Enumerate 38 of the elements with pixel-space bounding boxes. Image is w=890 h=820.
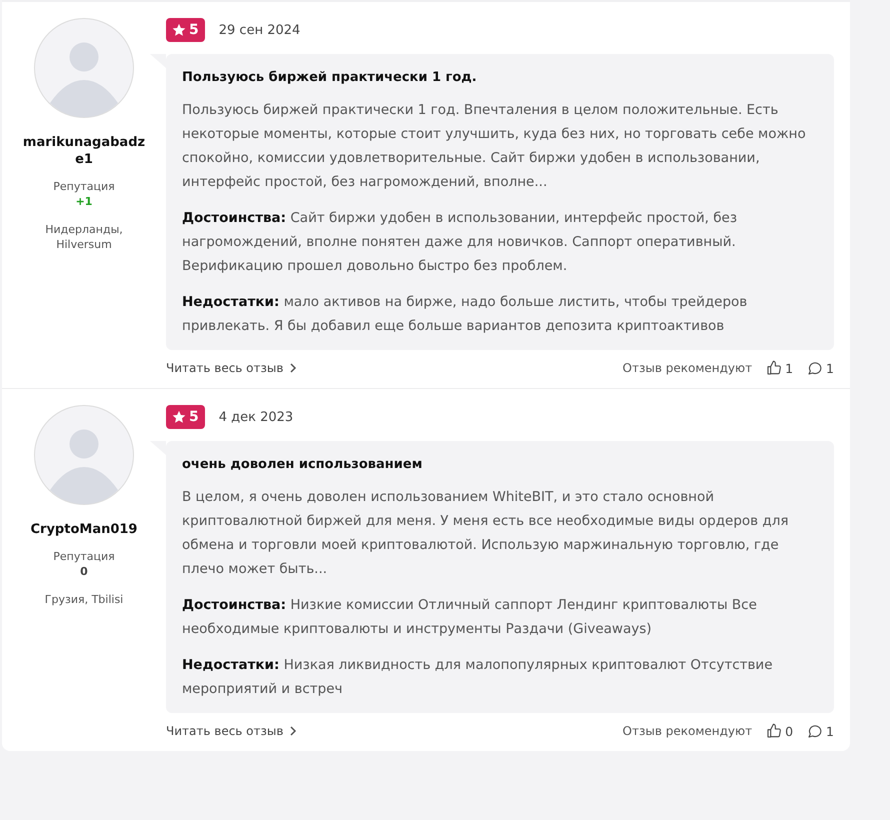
author-location: Грузия, Tbilisi bbox=[44, 592, 124, 607]
comment-counter[interactable]: 1 bbox=[807, 723, 834, 739]
read-more-link[interactable]: Читать весь отзыв bbox=[166, 361, 298, 375]
avatar-icon bbox=[34, 405, 134, 505]
author-location: Нидерланды, Hilversum bbox=[44, 222, 124, 252]
chevron-icon bbox=[289, 363, 298, 373]
chevron-icon bbox=[289, 726, 298, 736]
review-title: очень доволен использованием bbox=[182, 456, 424, 474]
review-text: Пользуюсь биржей практически 1 год. Впечталения в целом положительные. Есть некоторые моменты, которые стоит улучшить, куда без них, но торговать себе можно спокойно, комиссии удовлетворительные. Сайт биржи удобен в использовании, интерфейс простой, без нагромождений, вполне... bbox=[182, 101, 807, 192]
recommend-label: Отзыв рекомендуют bbox=[622, 361, 752, 375]
author-name[interactable]: marikunagabadze1 bbox=[19, 134, 149, 168]
review-text: В целом, я очень доволен использованием WhiteBIT, и это стало основной криптовалютной биржей для меня. У меня есть все необходимые виды ордеров для обмена и торговли моей криптовалютой. Использую маржинальную торговлю, где плечо может быть... bbox=[182, 488, 790, 579]
avatar-icon bbox=[34, 18, 134, 118]
like-counter[interactable]: 0 bbox=[766, 723, 794, 739]
pros-text: Достоинства: Низкие комиссии Отличный саппорт Лендинг криптовалюты Все необходимые криптовалюты и инструменты Раздачи (Giveaways) bbox=[182, 596, 758, 639]
rating-badge: 5 bbox=[166, 18, 205, 42]
reputation-value: 0 bbox=[80, 565, 88, 578]
thumbs-up-icon bbox=[766, 360, 782, 376]
author-name[interactable]: CryptoMan019 bbox=[19, 521, 149, 538]
star-icon bbox=[172, 23, 186, 37]
thumbs-up-icon bbox=[766, 723, 782, 739]
reputation-value: +1 bbox=[76, 195, 92, 208]
comment-icon bbox=[807, 723, 824, 739]
star-icon bbox=[172, 410, 186, 424]
review-date: 4 дек 2023 bbox=[218, 410, 294, 424]
reputation-label: Репутация bbox=[53, 180, 115, 193]
rating-badge: 5 bbox=[166, 405, 205, 429]
comment-icon bbox=[807, 360, 824, 376]
read-more-link[interactable]: Читать весь отзыв bbox=[166, 724, 298, 738]
comment-counter[interactable]: 1 bbox=[807, 360, 834, 376]
review-title: Пользуюсь биржей практически 1 год. bbox=[182, 69, 478, 87]
cons-text: Недостатки: мало активов на бирже, надо больше листить, чтобы трейдеров привлекать. Я бы добавил еще больше вариантов депозита криптоактивов bbox=[182, 293, 748, 336]
like-counter[interactable]: 1 bbox=[766, 360, 794, 376]
reputation-label: Репутация bbox=[53, 550, 115, 563]
pros-text: Достоинства: Сайт биржи удобен в использовании, интерфейс простой, без нагромождений, вполне понятен даже для новичков. Саппорт оперативный. Верификацию прошел довольно быстро без проблем. bbox=[182, 209, 738, 276]
recommend-label: Отзыв рекомендуют bbox=[622, 724, 752, 738]
review-date: 29 сен 2024 bbox=[218, 22, 300, 38]
cons-text: Недостатки: Низкая ликвидность для малопопулярных криптовалют Отсутствие мероприятий и встреч bbox=[182, 656, 774, 699]
